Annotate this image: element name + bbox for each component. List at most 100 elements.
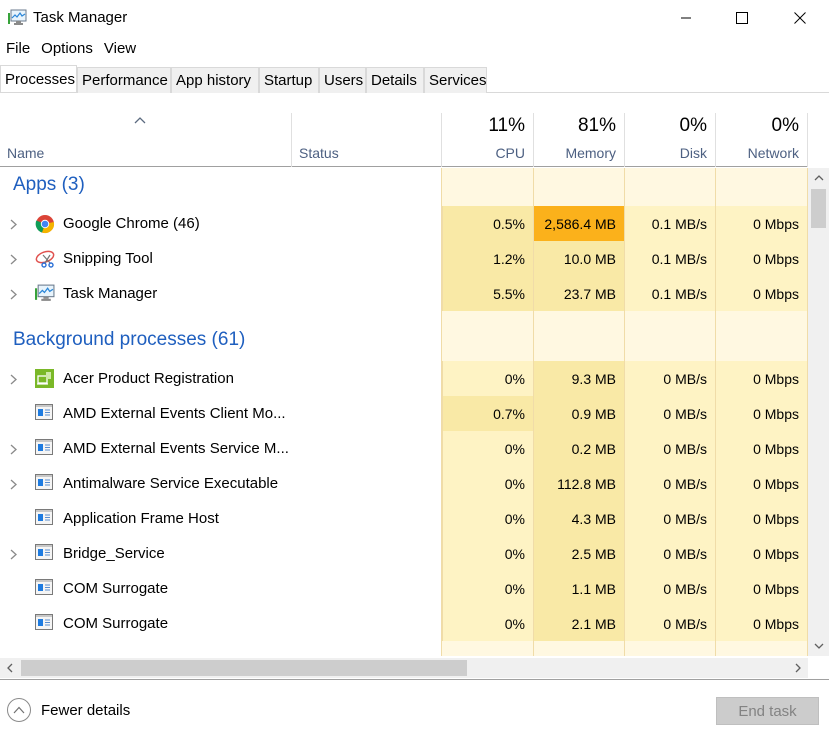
process-name: COM Surrogate [63, 615, 169, 632]
minimize-button[interactable] [663, 0, 709, 36]
process-row[interactable]: COM Surrogate 0% 1.1 MB 0 MB/s 0 Mbps [0, 571, 808, 606]
cpu-value: 0.5% [442, 206, 533, 241]
disk-value: 0 MB/s [624, 466, 715, 501]
memory-value: 2,586.4 MB [533, 206, 624, 241]
process-name: Task Manager [63, 285, 158, 302]
column-header-disk[interactable]: 0% Disk [624, 113, 715, 167]
process-row[interactable]: COM Surrogate 0% 2.1 MB 0 MB/s 0 Mbps [0, 606, 808, 641]
process-row[interactable]: Google Chrome (46) 0.5% 2,586.4 MB 0.1 MB/s… [0, 206, 808, 241]
menu-options[interactable]: Options [35, 38, 98, 62]
network-value: 0 Mbps [715, 361, 807, 396]
column-status-label: Status [299, 145, 339, 161]
column-header-name[interactable]: Name [0, 113, 291, 167]
process-name: Bridge_Service [63, 545, 165, 562]
fewer-details-button[interactable]: Fewer details [7, 698, 130, 722]
vertical-scroll-thumb[interactable] [811, 189, 826, 228]
process-row[interactable]: Task Manager 5.5% 23.7 MB 0.1 MB/s 0 Mbps [0, 276, 808, 311]
memory-value: 1.1 MB [533, 571, 624, 606]
network-value: 0 Mbps [715, 606, 807, 641]
process-name: AMD External Events Service M... [63, 440, 289, 457]
chevron-right-icon [795, 663, 801, 673]
tab-services[interactable]: Services [424, 67, 487, 93]
disk-value: 0 MB/s [624, 396, 715, 431]
scroll-down-button[interactable] [808, 636, 829, 656]
disk-value: 0.1 MB/s [624, 206, 715, 241]
process-name: COM Surrogate [63, 580, 169, 597]
task-manager-icon [8, 9, 27, 26]
tab-processes[interactable]: Processes [0, 65, 77, 92]
maximize-button[interactable] [719, 0, 765, 36]
chevron-right-icon[interactable] [10, 252, 17, 268]
memory-value: 2.5 MB [533, 536, 624, 571]
network-value: 0 Mbps [715, 396, 807, 431]
title-bar: Task Manager [0, 0, 829, 36]
scroll-left-button[interactable] [0, 658, 20, 678]
cpu-value: 0% [442, 431, 533, 466]
process-name: Antimalware Service Executable [63, 475, 279, 492]
process-row[interactable]: Application Frame Host 0% 4.3 MB 0 MB/s 0 Mb… [0, 501, 808, 536]
tab-performance[interactable]: Performance [77, 67, 171, 93]
chevron-right-icon[interactable] [10, 477, 17, 493]
column-memory-label: Memory [565, 145, 616, 161]
disk-value: 0 MB/s [624, 361, 715, 396]
memory-value: 2.1 MB [533, 606, 624, 641]
fewer-details-label: Fewer details [41, 701, 131, 719]
chevron-right-icon[interactable] [10, 442, 17, 458]
column-separator [807, 113, 808, 167]
process-row[interactable]: AMD External Events Service M... 0% 0.2 MB… [0, 431, 808, 466]
memory-value: 23.7 MB [533, 276, 624, 311]
end-task-button[interactable]: End task [716, 697, 819, 725]
tab-startup[interactable]: Startup [259, 67, 319, 93]
column-header-status[interactable]: Status [291, 113, 442, 167]
network-value: 0 Mbps [715, 276, 807, 311]
menu-bar: File Options View [0, 38, 141, 62]
memory-value: 112.8 MB [533, 466, 624, 501]
column-header-cpu[interactable]: 11% CPU [441, 113, 533, 167]
process-row[interactable]: Bridge_Service 0% 2.5 MB 0 MB/s 0 Mbps [0, 536, 808, 571]
tab-users[interactable]: Users [319, 67, 366, 93]
close-button[interactable] [777, 0, 823, 36]
chevron-right-icon[interactable] [10, 287, 17, 303]
network-value: 0 Mbps [715, 431, 807, 466]
column-header-memory[interactable]: 81% Memory [533, 113, 624, 167]
menu-file[interactable]: File [0, 38, 35, 62]
process-name: Snipping Tool [63, 250, 153, 267]
scroll-up-button[interactable] [808, 168, 829, 188]
chevron-right-icon[interactable] [10, 372, 17, 388]
scrollbar-corner [808, 658, 829, 678]
snipping-tool-icon [35, 249, 55, 269]
tab-app-history[interactable]: App history [171, 67, 259, 93]
column-name-label: Name [7, 145, 45, 161]
disk-value: 0 MB/s [624, 536, 715, 571]
process-row[interactable]: Snipping Tool 1.2% 10.0 MB 0.1 MB/s 0 Mbps [0, 241, 808, 276]
chevron-right-icon[interactable] [10, 217, 17, 233]
process-row[interactable]: Antimalware Service Executable 0% 112.8 MB… [0, 466, 808, 501]
chevron-up-icon [814, 175, 823, 181]
close-icon [794, 12, 806, 24]
network-value: 0 Mbps [715, 206, 807, 241]
tab-details[interactable]: Details [366, 67, 424, 93]
memory-value: 10.0 MB [533, 241, 624, 276]
vertical-scrollbar[interactable] [808, 168, 829, 656]
disk-value: 0.1 MB/s [624, 241, 715, 276]
horizontal-scrollbar[interactable] [0, 658, 808, 678]
column-header-network[interactable]: 0% Network [715, 113, 807, 167]
column-cpu-label: CPU [495, 145, 525, 161]
network-value: 0 Mbps [715, 571, 807, 606]
cpu-value: 0% [442, 361, 533, 396]
menu-view[interactable]: View [98, 38, 141, 62]
chevron-down-icon [814, 643, 823, 649]
chrome-icon [35, 214, 55, 234]
process-row[interactable]: Acer Product Registration 0% 9.3 MB 0 MB/s 0… [0, 361, 808, 396]
process-row[interactable]: AMD External Events Client Mo... 0.7% 0.9 … [0, 396, 808, 431]
cpu-value: 0% [442, 466, 533, 501]
scroll-right-button[interactable] [788, 658, 808, 678]
network-value: 0 Mbps [715, 501, 807, 536]
window-title: Task Manager [33, 9, 128, 26]
horizontal-scroll-thumb[interactable] [21, 660, 467, 676]
chevron-right-icon[interactable] [10, 547, 17, 563]
process-list: Apps (3) Google Chrome (46) 0.5% 2,586.4 MB… [0, 168, 808, 656]
sort-ascending-icon [134, 111, 146, 127]
cpu-value: 1.2% [442, 241, 533, 276]
task-manager-icon [35, 284, 55, 304]
